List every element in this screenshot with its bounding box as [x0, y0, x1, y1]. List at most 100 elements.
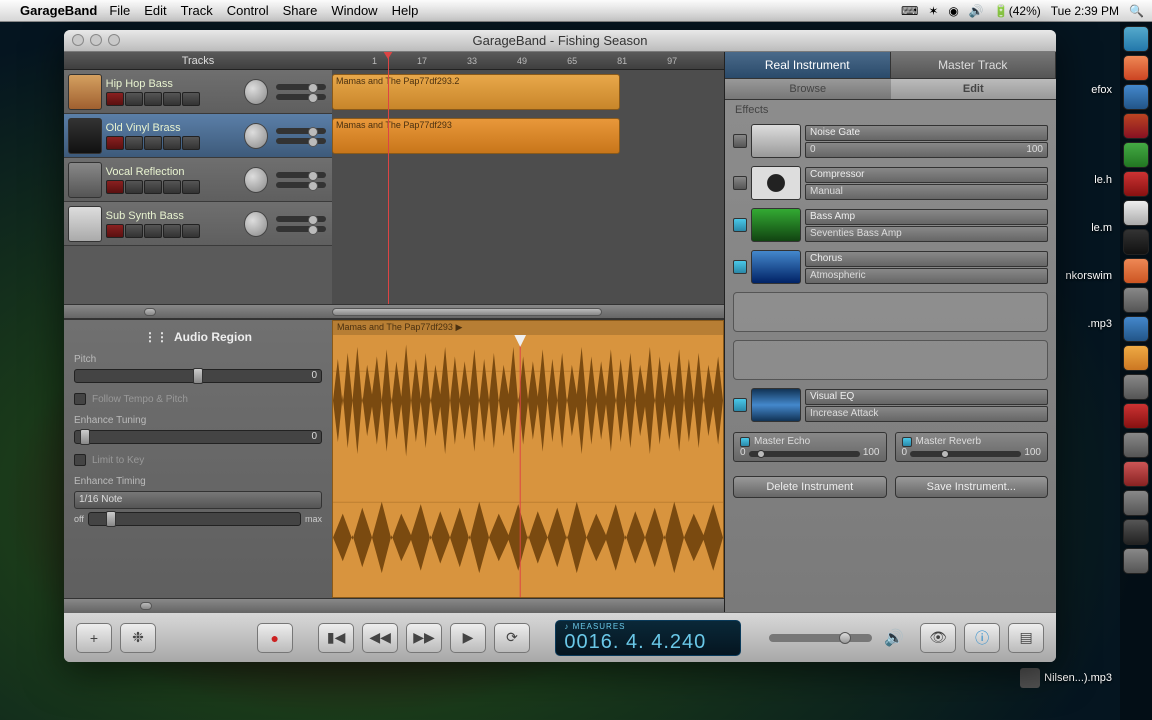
menu-help[interactable]: Help — [392, 3, 419, 18]
spotlight-icon[interactable]: 🔍 — [1129, 4, 1144, 18]
dock-app-icon[interactable] — [1123, 113, 1149, 139]
mute-button[interactable] — [125, 92, 143, 106]
lcd-display[interactable]: ♪ MEASURES 0016. 4. 4.240 — [555, 620, 741, 656]
volume-slider[interactable] — [276, 128, 326, 134]
track-zoom-slider[interactable] — [64, 304, 332, 318]
menu-control[interactable]: Control — [227, 3, 269, 18]
effect-enable-toggle[interactable] — [733, 260, 747, 274]
desktop-file[interactable]: Nilsen...).mp3 — [1020, 668, 1112, 688]
desktop-file[interactable]: nkorswim — [1066, 270, 1112, 282]
pitch-slider[interactable]: 0 — [74, 369, 322, 383]
effect-name-dropdown[interactable]: Bass Amp — [805, 209, 1048, 225]
go-to-start-button[interactable]: ▮◀ — [318, 623, 354, 653]
dock-app-icon[interactable] — [1123, 374, 1149, 400]
menu-track[interactable]: Track — [181, 3, 213, 18]
record-enable-button[interactable] — [106, 224, 124, 238]
menu-edit[interactable]: Edit — [144, 3, 166, 18]
desktop-file[interactable]: le.h — [1094, 174, 1112, 186]
menu-window[interactable]: Window — [331, 3, 377, 18]
record-enable-button[interactable] — [106, 92, 124, 106]
master-reverb-slider[interactable] — [910, 451, 1021, 457]
airport-icon[interactable]: ◉ — [948, 4, 958, 18]
delete-instrument-button[interactable]: Delete Instrument — [733, 476, 887, 498]
play-icon[interactable]: ▶ — [455, 322, 462, 332]
media-browser-toggle[interactable]: ▤ — [1008, 623, 1044, 653]
effect-thumbnail[interactable] — [751, 208, 801, 242]
dock-ical-icon[interactable] — [1123, 200, 1149, 226]
menu-file[interactable]: File — [109, 3, 130, 18]
dock-app-icon[interactable] — [1123, 229, 1149, 255]
effect-enable-toggle[interactable] — [733, 176, 747, 190]
record-enable-button[interactable] — [106, 136, 124, 150]
solo-button[interactable] — [144, 136, 162, 150]
enhance-timing-slider[interactable] — [88, 512, 301, 526]
effect-thumbnail[interactable] — [751, 124, 801, 158]
lock-button[interactable] — [163, 224, 181, 238]
desktop-file[interactable]: .mp3 — [1088, 318, 1112, 330]
track-menu-button[interactable] — [182, 136, 200, 150]
pan-knob[interactable] — [244, 79, 268, 105]
dock-app-icon[interactable] — [1123, 171, 1149, 197]
effect-name-dropdown[interactable]: Chorus — [805, 251, 1048, 267]
volume-slider[interactable] — [276, 172, 326, 178]
menu-share[interactable]: Share — [283, 3, 318, 18]
bluetooth-icon[interactable]: ⌨ — [901, 4, 918, 18]
play-button[interactable]: ▶ — [450, 623, 486, 653]
timing-resolution-dropdown[interactable]: 1/16 Note — [74, 491, 322, 509]
pan-knob[interactable] — [244, 167, 268, 193]
pan-knob[interactable] — [244, 123, 268, 149]
effect-preset-dropdown[interactable]: Atmospheric — [805, 268, 1048, 284]
audio-region[interactable]: Mamas and The Pap77df293 — [332, 118, 620, 154]
dock-app-icon[interactable] — [1123, 84, 1149, 110]
dock-vlc-icon[interactable] — [1123, 258, 1149, 284]
enhance-tuning-slider[interactable]: 0 — [74, 430, 322, 444]
effect-thumbnail[interactable] — [751, 388, 801, 422]
solo-button[interactable] — [144, 180, 162, 194]
dock-app-icon[interactable] — [1123, 316, 1149, 342]
effect-thumbnail[interactable] — [751, 250, 801, 284]
mute-button[interactable] — [125, 224, 143, 238]
master-echo-toggle[interactable] — [740, 437, 750, 447]
save-instrument-button[interactable]: Save Instrument... — [895, 476, 1049, 498]
lock-button[interactable] — [163, 180, 181, 194]
dock-app-icon[interactable] — [1123, 548, 1149, 574]
track-menu-button[interactable] — [182, 224, 200, 238]
volume-icon[interactable]: 🔊 — [969, 4, 984, 18]
minimize-button[interactable] — [90, 34, 102, 46]
waveform-editor[interactable]: Mamas and The Pap77df293 ▶ — [332, 320, 724, 598]
effect-thumbnail[interactable] — [751, 166, 801, 200]
dock-app-icon[interactable] — [1123, 461, 1149, 487]
effect-enable-toggle[interactable] — [733, 398, 747, 412]
track-menu-button[interactable] — [182, 92, 200, 106]
wifi-icon[interactable]: ✶ — [928, 4, 938, 18]
record-enable-button[interactable] — [106, 180, 124, 194]
limit-key-checkbox[interactable] — [74, 454, 86, 466]
track-row[interactable]: Sub Synth Bass — [64, 202, 332, 246]
subtab-browse[interactable]: Browse — [725, 79, 891, 99]
battery-indicator[interactable]: 🔋 (42%) — [994, 4, 1041, 18]
volume-slider[interactable] — [276, 216, 326, 222]
zoom-button[interactable] — [108, 34, 120, 46]
loop-browser-toggle[interactable]: 👁 — [920, 623, 956, 653]
track-row[interactable]: Vocal Reflection — [64, 158, 332, 202]
master-echo-slider[interactable] — [749, 451, 860, 457]
dock-app-icon[interactable] — [1123, 287, 1149, 313]
dock-app-icon[interactable] — [1123, 490, 1149, 516]
dock-app-icon[interactable] — [1123, 403, 1149, 429]
lock-button[interactable] — [163, 136, 181, 150]
dock-finder-icon[interactable] — [1123, 26, 1149, 52]
effect-preset-dropdown[interactable]: Manual — [805, 184, 1048, 200]
cycle-button[interactable]: ⟳ — [494, 623, 530, 653]
dock-app-icon[interactable] — [1123, 432, 1149, 458]
solo-button[interactable] — [144, 92, 162, 106]
window-titlebar[interactable]: GarageBand - Fishing Season — [64, 30, 1056, 52]
desktop-file[interactable]: le.m — [1091, 222, 1112, 234]
track-row[interactable]: Old Vinyl Brass — [64, 114, 332, 158]
tab-master-track[interactable]: Master Track — [891, 52, 1057, 78]
effect-slider[interactable]: 0100 — [805, 142, 1048, 158]
track-menu-button[interactable] — [182, 180, 200, 194]
effect-empty-slot[interactable] — [733, 292, 1048, 332]
track-info-toggle[interactable]: ⓘ — [964, 623, 1000, 653]
audio-region[interactable]: Mamas and The Pap77df293.2 — [332, 74, 620, 110]
dock-app-icon[interactable] — [1123, 519, 1149, 545]
